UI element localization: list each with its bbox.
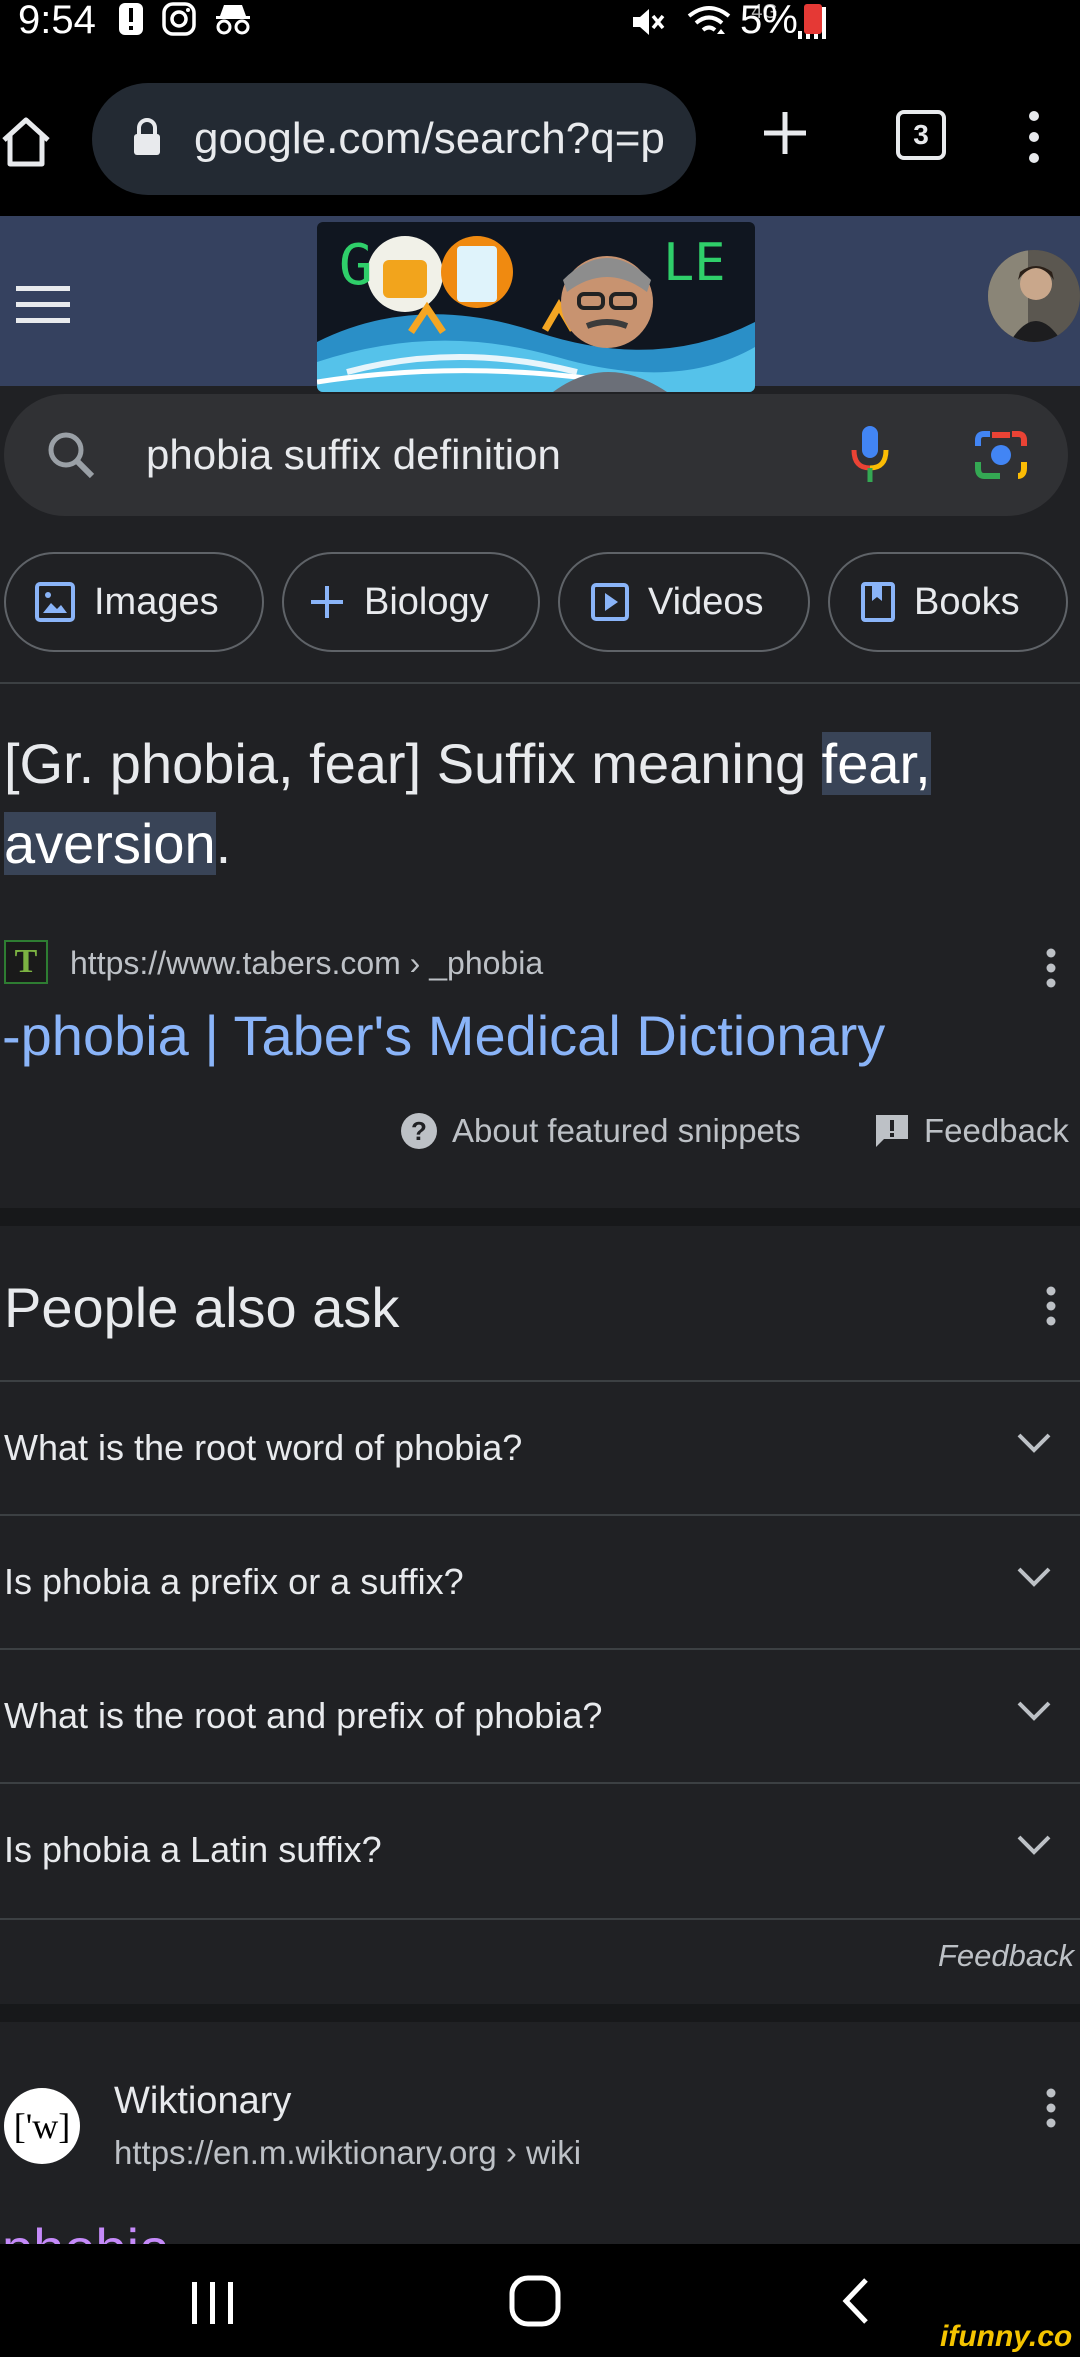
people-also-ask-heading: People also ask	[4, 1276, 400, 1339]
battery-percent: 5%	[740, 0, 798, 42]
search-icon[interactable]	[46, 430, 96, 480]
chevron-down-icon	[1017, 1567, 1051, 1587]
paa-feedback[interactable]: Feedback	[938, 1938, 1074, 1974]
chip-label: Biology	[364, 580, 489, 623]
chip-videos[interactable]: Videos	[558, 552, 810, 652]
tab-switcher-button[interactable]: 3	[896, 110, 946, 160]
play-icon	[591, 583, 629, 621]
chip-label: Images	[94, 580, 219, 623]
result-site-name[interactable]: Wiktionary	[114, 2080, 291, 2123]
tabers-favicon: T	[4, 940, 48, 984]
ifunny-watermark: ifunny.co	[940, 2320, 1073, 2353]
paa-question[interactable]: What is the root and prefix of phobia?	[0, 1648, 1080, 1782]
back-icon[interactable]	[838, 2276, 872, 2326]
google-header: G LE	[0, 216, 1080, 392]
home-nav-icon[interactable]	[508, 2274, 562, 2328]
android-nav-bar	[0, 2244, 1080, 2357]
section-divider	[0, 2004, 1080, 2022]
recent-apps-icon[interactable]	[188, 2280, 238, 2326]
voice-search-icon[interactable]	[850, 424, 890, 484]
alert-icon	[119, 3, 143, 35]
result-title-link[interactable]: phobia	[2, 2206, 170, 2244]
lock-icon	[134, 118, 160, 155]
home-icon[interactable]	[0, 116, 52, 168]
instagram-icon	[162, 2, 196, 36]
url-text: google.com/search?q=p	[194, 115, 665, 163]
chevron-down-icon	[1017, 1701, 1051, 1721]
search-bar[interactable]: phobia suffix definition	[4, 394, 1068, 516]
chip-books[interactable]: Books	[828, 552, 1068, 652]
paa-options-icon[interactable]	[1046, 1286, 1056, 1326]
image-icon	[35, 582, 75, 622]
paa-question[interactable]: What is the root word of phobia?	[0, 1380, 1080, 1514]
account-avatar[interactable]	[988, 250, 1080, 342]
divider	[0, 682, 1080, 684]
incognito-icon	[216, 5, 250, 35]
chevron-down-icon	[1017, 1433, 1051, 1453]
chip-images[interactable]: Images	[4, 552, 264, 652]
svg-text:?: ?	[411, 1116, 427, 1146]
snippet-highlight: aversion	[4, 812, 216, 875]
section-divider	[0, 1208, 1080, 1226]
wiktionary-favicon: ['w]	[4, 2088, 80, 2164]
source-url[interactable]: https://www.tabers.com › _phobia	[70, 943, 543, 983]
doodle-letter-g: G	[339, 233, 373, 298]
snippet-feedback[interactable]: Feedback	[874, 1112, 1069, 1150]
address-bar[interactable]: google.com/search?q=p	[92, 83, 696, 195]
book-icon	[861, 582, 895, 622]
browser-toolbar: google.com/search?q=p 3	[0, 56, 1080, 216]
battery-low-icon	[804, 4, 822, 34]
status-bar: 9:54 4G 5%	[0, 0, 1080, 56]
chip-biology[interactable]: Biology	[282, 552, 540, 652]
result-url[interactable]: https://en.m.wiktionary.org › wiki	[114, 2134, 581, 2172]
paa-question[interactable]: Is phobia a prefix or a suffix?	[0, 1514, 1080, 1648]
wifi-icon	[688, 6, 731, 34]
browser-menu-icon[interactable]	[1024, 110, 1044, 164]
doodle-illustration: G LE	[317, 222, 755, 392]
result-options-icon[interactable]	[1046, 948, 1056, 988]
featured-snippet-text: [Gr. phobia, fear] Suffix meaning fear, …	[4, 732, 931, 875]
snippet-highlight: fear,	[821, 732, 931, 795]
avatar-photo	[988, 250, 1080, 342]
divider	[0, 1918, 1080, 1920]
chevron-down-icon	[1017, 1835, 1051, 1855]
doodle-letters-le: LE	[663, 233, 726, 293]
about-featured-snippets[interactable]: ? About featured snippets	[400, 1112, 801, 1150]
chip-label: Videos	[648, 580, 764, 623]
hamburger-menu-icon[interactable]	[16, 286, 70, 324]
new-tab-icon[interactable]	[760, 108, 810, 158]
feedback-icon	[876, 1115, 908, 1147]
result-title-link[interactable]: -phobia | Taber's Medical Dictionary	[2, 1000, 885, 1072]
search-query[interactable]: phobia suffix definition	[146, 431, 561, 479]
status-time: 9:54	[18, 0, 96, 42]
google-doodle[interactable]: G LE	[317, 222, 755, 392]
result-options-icon[interactable]	[1046, 2088, 1056, 2128]
mute-icon	[633, 9, 665, 35]
paa-question[interactable]: Is phobia a Latin suffix?	[0, 1782, 1080, 1916]
help-icon: ?	[401, 1113, 437, 1149]
plus-icon	[311, 586, 343, 618]
google-lens-icon[interactable]	[972, 428, 1030, 482]
chip-label: Books	[914, 580, 1020, 623]
